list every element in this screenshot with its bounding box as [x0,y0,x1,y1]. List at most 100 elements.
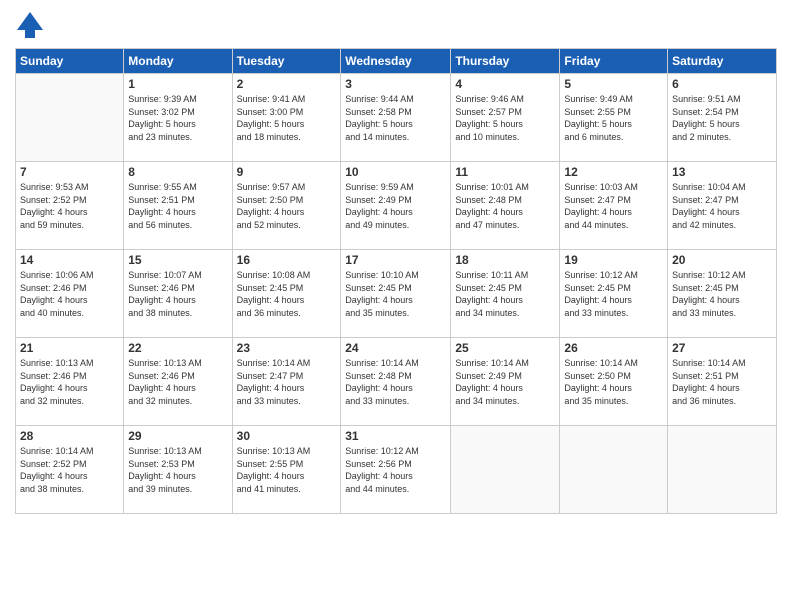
calendar-week: 14Sunrise: 10:06 AM Sunset: 2:46 PM Dayl… [16,250,777,338]
day-info: Sunrise: 9:51 AM Sunset: 2:54 PM Dayligh… [672,93,772,143]
calendar-cell: 5 Sunrise: 9:49 AM Sunset: 2:55 PM Daylig… [560,74,668,162]
day-info: Sunrise: 10:14 AM Sunset: 2:50 PM Daylig… [564,357,663,407]
day-info: Sunrise: 10:12 AM Sunset: 2:56 PM Daylig… [345,445,446,495]
day-info: Sunrise: 10:12 AM Sunset: 2:45 PM Daylig… [672,269,772,319]
day-number: 10 [345,165,446,179]
calendar-cell: 22 Sunrise: 10:13 AM Sunset: 2:46 PM Dayl… [124,338,232,426]
calendar-cell: 31 Sunrise: 10:12 AM Sunset: 2:56 PM Dayl… [341,426,451,514]
calendar-header: SundayMondayTuesdayWednesdayThursdayFrid… [16,49,777,74]
day-number: 4 [455,77,555,91]
day-number: 25 [455,341,555,355]
weekday-header: Wednesday [341,49,451,74]
calendar-cell: 17 Sunrise: 10:10 AM Sunset: 2:45 PM Dayl… [341,250,451,338]
calendar-cell: 24 Sunrise: 10:14 AM Sunset: 2:48 PM Dayl… [341,338,451,426]
day-number: 22 [128,341,227,355]
day-info: Sunrise: 9:59 AM Sunset: 2:49 PM Dayligh… [345,181,446,231]
calendar-cell: 7 Sunrise: 9:53 AM Sunset: 2:52 PM Daylig… [16,162,124,250]
day-number: 21 [20,341,119,355]
day-number: 2 [237,77,337,91]
day-info: Sunrise: 10:14 AM Sunset: 2:51 PM Daylig… [672,357,772,407]
calendar-week: 21 Sunrise: 10:13 AM Sunset: 2:46 PM Dayl… [16,338,777,426]
day-number: 29 [128,429,227,443]
calendar-cell [451,426,560,514]
calendar-cell [668,426,777,514]
calendar-cell: 14Sunrise: 10:06 AM Sunset: 2:46 PM Dayl… [16,250,124,338]
day-number: 17 [345,253,446,267]
day-info: Sunrise: 10:03 AM Sunset: 2:47 PM Daylig… [564,181,663,231]
day-number: 16 [237,253,337,267]
calendar-cell: 3Sunrise: 9:44 AM Sunset: 2:58 PM Daylig… [341,74,451,162]
calendar-cell: 13 Sunrise: 10:04 AM Sunset: 2:47 PM Dayl… [668,162,777,250]
weekday-header: Saturday [668,49,777,74]
logo-icon [15,10,45,40]
day-number: 26 [564,341,663,355]
day-number: 20 [672,253,772,267]
day-number: 13 [672,165,772,179]
logo [15,10,49,40]
calendar-cell: 6 Sunrise: 9:51 AM Sunset: 2:54 PM Daylig… [668,74,777,162]
day-number: 18 [455,253,555,267]
calendar-cell: 16 Sunrise: 10:08 AM Sunset: 2:45 PM Dayl… [232,250,341,338]
calendar-cell: 23Sunrise: 10:14 AM Sunset: 2:47 PM Dayl… [232,338,341,426]
day-info: Sunrise: 10:11 AM Sunset: 2:45 PM Daylig… [455,269,555,319]
day-number: 3 [345,77,446,91]
day-number: 28 [20,429,119,443]
calendar-week: 1 Sunrise: 9:39 AM Sunset: 3:02 PM Daylig… [16,74,777,162]
day-info: Sunrise: 9:41 AM Sunset: 3:00 PM Dayligh… [237,93,337,143]
day-info: Sunrise: 10:14 AM Sunset: 2:49 PM Daylig… [455,357,555,407]
day-info: Sunrise: 10:13 AM Sunset: 2:46 PM Daylig… [128,357,227,407]
day-number: 11 [455,165,555,179]
calendar-cell: 10 Sunrise: 9:59 AM Sunset: 2:49 PM Dayli… [341,162,451,250]
calendar-cell: 27 Sunrise: 10:14 AM Sunset: 2:51 PM Dayl… [668,338,777,426]
day-info: Sunrise: 10:04 AM Sunset: 2:47 PM Daylig… [672,181,772,231]
day-info: Sunrise: 10:08 AM Sunset: 2:45 PM Daylig… [237,269,337,319]
calendar-cell: 8 Sunrise: 9:55 AM Sunset: 2:51 PM Daylig… [124,162,232,250]
day-info: Sunrise: 9:55 AM Sunset: 2:51 PM Dayligh… [128,181,227,231]
weekday-header: Friday [560,49,668,74]
calendar-cell: 18 Sunrise: 10:11 AM Sunset: 2:45 PM Dayl… [451,250,560,338]
day-number: 19 [564,253,663,267]
day-number: 30 [237,429,337,443]
day-info: Sunrise: 10:10 AM Sunset: 2:45 PM Daylig… [345,269,446,319]
calendar-cell: 25 Sunrise: 10:14 AM Sunset: 2:49 PM Dayl… [451,338,560,426]
day-info: Sunrise: 10:07 AM Sunset: 2:46 PM Daylig… [128,269,227,319]
calendar-cell: 12Sunrise: 10:03 AM Sunset: 2:47 PM Dayl… [560,162,668,250]
day-number: 23 [237,341,337,355]
calendar-cell: 11 Sunrise: 10:01 AM Sunset: 2:48 PM Dayl… [451,162,560,250]
day-number: 7 [20,165,119,179]
calendar-week: 7 Sunrise: 9:53 AM Sunset: 2:52 PM Daylig… [16,162,777,250]
calendar-cell: 29 Sunrise: 10:13 AM Sunset: 2:53 PM Dayl… [124,426,232,514]
weekday-header: Thursday [451,49,560,74]
day-info: Sunrise: 9:57 AM Sunset: 2:50 PM Dayligh… [237,181,337,231]
calendar-cell: 1 Sunrise: 9:39 AM Sunset: 3:02 PM Daylig… [124,74,232,162]
calendar-cell: 26 Sunrise: 10:14 AM Sunset: 2:50 PM Dayl… [560,338,668,426]
day-number: 6 [672,77,772,91]
calendar-cell: 28Sunrise: 10:14 AM Sunset: 2:52 PM Dayl… [16,426,124,514]
day-info: Sunrise: 9:46 AM Sunset: 2:57 PM Dayligh… [455,93,555,143]
weekday-header: Sunday [16,49,124,74]
weekday-header: Tuesday [232,49,341,74]
day-number: 31 [345,429,446,443]
day-info: Sunrise: 10:13 AM Sunset: 2:55 PM Daylig… [237,445,337,495]
calendar-cell: 2 Sunrise: 9:41 AM Sunset: 3:00 PM Daylig… [232,74,341,162]
calendar-cell: 15Sunrise: 10:07 AM Sunset: 2:46 PM Dayl… [124,250,232,338]
calendar-cell [16,74,124,162]
calendar-cell: 9Sunrise: 9:57 AM Sunset: 2:50 PM Daylig… [232,162,341,250]
header [15,10,777,40]
day-number: 1 [128,77,227,91]
day-number: 27 [672,341,772,355]
calendar-cell: 19Sunrise: 10:12 AM Sunset: 2:45 PM Dayl… [560,250,668,338]
day-number: 24 [345,341,446,355]
calendar-week: 28Sunrise: 10:14 AM Sunset: 2:52 PM Dayl… [16,426,777,514]
day-info: Sunrise: 9:39 AM Sunset: 3:02 PM Dayligh… [128,93,227,143]
calendar-cell: 4 Sunrise: 9:46 AM Sunset: 2:57 PM Daylig… [451,74,560,162]
day-info: Sunrise: 9:53 AM Sunset: 2:52 PM Dayligh… [20,181,119,231]
calendar-cell [560,426,668,514]
day-number: 8 [128,165,227,179]
day-info: Sunrise: 10:06 AM Sunset: 2:46 PM Daylig… [20,269,119,319]
day-number: 5 [564,77,663,91]
day-info: Sunrise: 10:13 AM Sunset: 2:53 PM Daylig… [128,445,227,495]
day-info: Sunrise: 10:01 AM Sunset: 2:48 PM Daylig… [455,181,555,231]
day-info: Sunrise: 10:14 AM Sunset: 2:48 PM Daylig… [345,357,446,407]
day-info: Sunrise: 9:49 AM Sunset: 2:55 PM Dayligh… [564,93,663,143]
